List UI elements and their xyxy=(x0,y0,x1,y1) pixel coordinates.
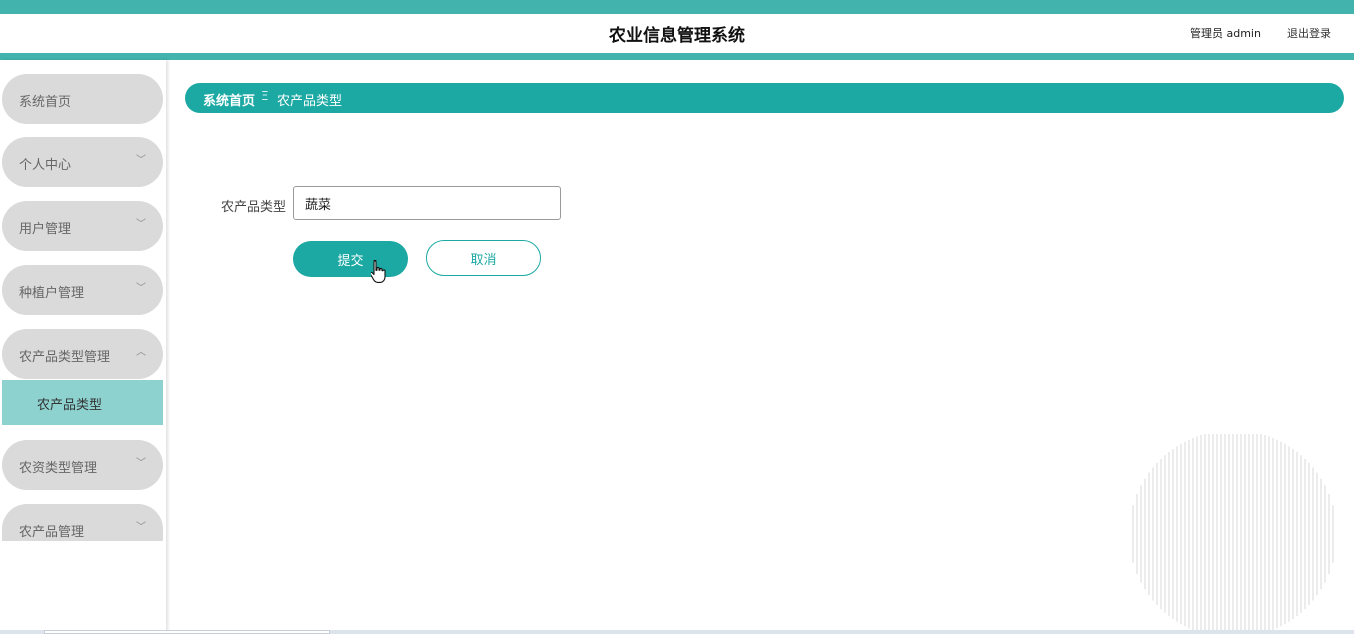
sidebar-item-label: 农资类型管理 xyxy=(19,461,98,476)
chevron-down-icon: ﹀ xyxy=(136,458,146,469)
product-type-label: 农产品类型 xyxy=(221,200,287,215)
product-type-input[interactable] xyxy=(293,186,561,220)
current-user: 管理员 admin xyxy=(1190,27,1261,40)
header-accent-bar xyxy=(0,53,1354,60)
app-title: 农业信息管理系统 xyxy=(609,26,745,46)
sidebar-item-home[interactable]: 系统首页 xyxy=(2,74,163,124)
sidebar-item-label: 用户管理 xyxy=(19,222,72,237)
sidebar-item-user-management[interactable]: 用户管理 ﹀ xyxy=(2,201,163,251)
chevron-up-icon: ︿ xyxy=(136,347,146,358)
sidebar-item-label: 系统首页 xyxy=(19,95,72,110)
breadcrumb-current: 农产品类型 xyxy=(277,94,343,109)
logout-link[interactable]: 退出登录 xyxy=(1287,25,1331,41)
sidebar-item-label: 种植户管理 xyxy=(19,286,85,301)
top-accent-bar xyxy=(0,0,1354,14)
sidebar-item-product-type-management[interactable]: 农产品类型管理 ︿ xyxy=(2,329,163,379)
decorative-circle-pattern xyxy=(1132,434,1334,634)
sidebar-item-supply-type-management[interactable]: 农资类型管理 ﹀ xyxy=(2,440,163,490)
chevron-down-icon: ﹀ xyxy=(136,219,146,230)
sidebar-subitem-label: 农产品类型 xyxy=(37,398,103,413)
sidebar-item-label: 农产品类型管理 xyxy=(19,350,111,365)
breadcrumb-home-link[interactable]: 系统首页 xyxy=(203,90,255,109)
chevron-down-icon: ﹀ xyxy=(136,522,146,533)
hand-cursor-icon xyxy=(371,259,386,283)
sidebar: 系统首页 个人中心 ﹀ 用户管理 ﹀ 种植户管理 ﹀ 农产品类型管理 ︿ 农产品… xyxy=(0,60,166,634)
cancel-button[interactable]: 取消 xyxy=(426,240,541,276)
chevron-down-icon: ﹀ xyxy=(136,155,146,166)
sidebar-item-product-management[interactable]: 农产品管理 ﹀ xyxy=(2,504,163,541)
sidebar-item-label: 个人中心 xyxy=(19,158,72,173)
taskbar-tab xyxy=(44,630,330,634)
sidebar-item-label: 农产品管理 xyxy=(19,525,85,540)
breadcrumb-separator-icon: Ξ xyxy=(261,89,269,103)
chevron-down-icon: ﹀ xyxy=(136,283,146,294)
sidebar-item-personal-center[interactable]: 个人中心 ﹀ xyxy=(2,137,163,187)
sidebar-item-grower-management[interactable]: 种植户管理 ﹀ xyxy=(2,265,163,315)
breadcrumb: 系统首页 Ξ 农产品类型 xyxy=(185,83,1344,113)
sidebar-subitem-product-type[interactable]: 农产品类型 xyxy=(2,380,163,425)
